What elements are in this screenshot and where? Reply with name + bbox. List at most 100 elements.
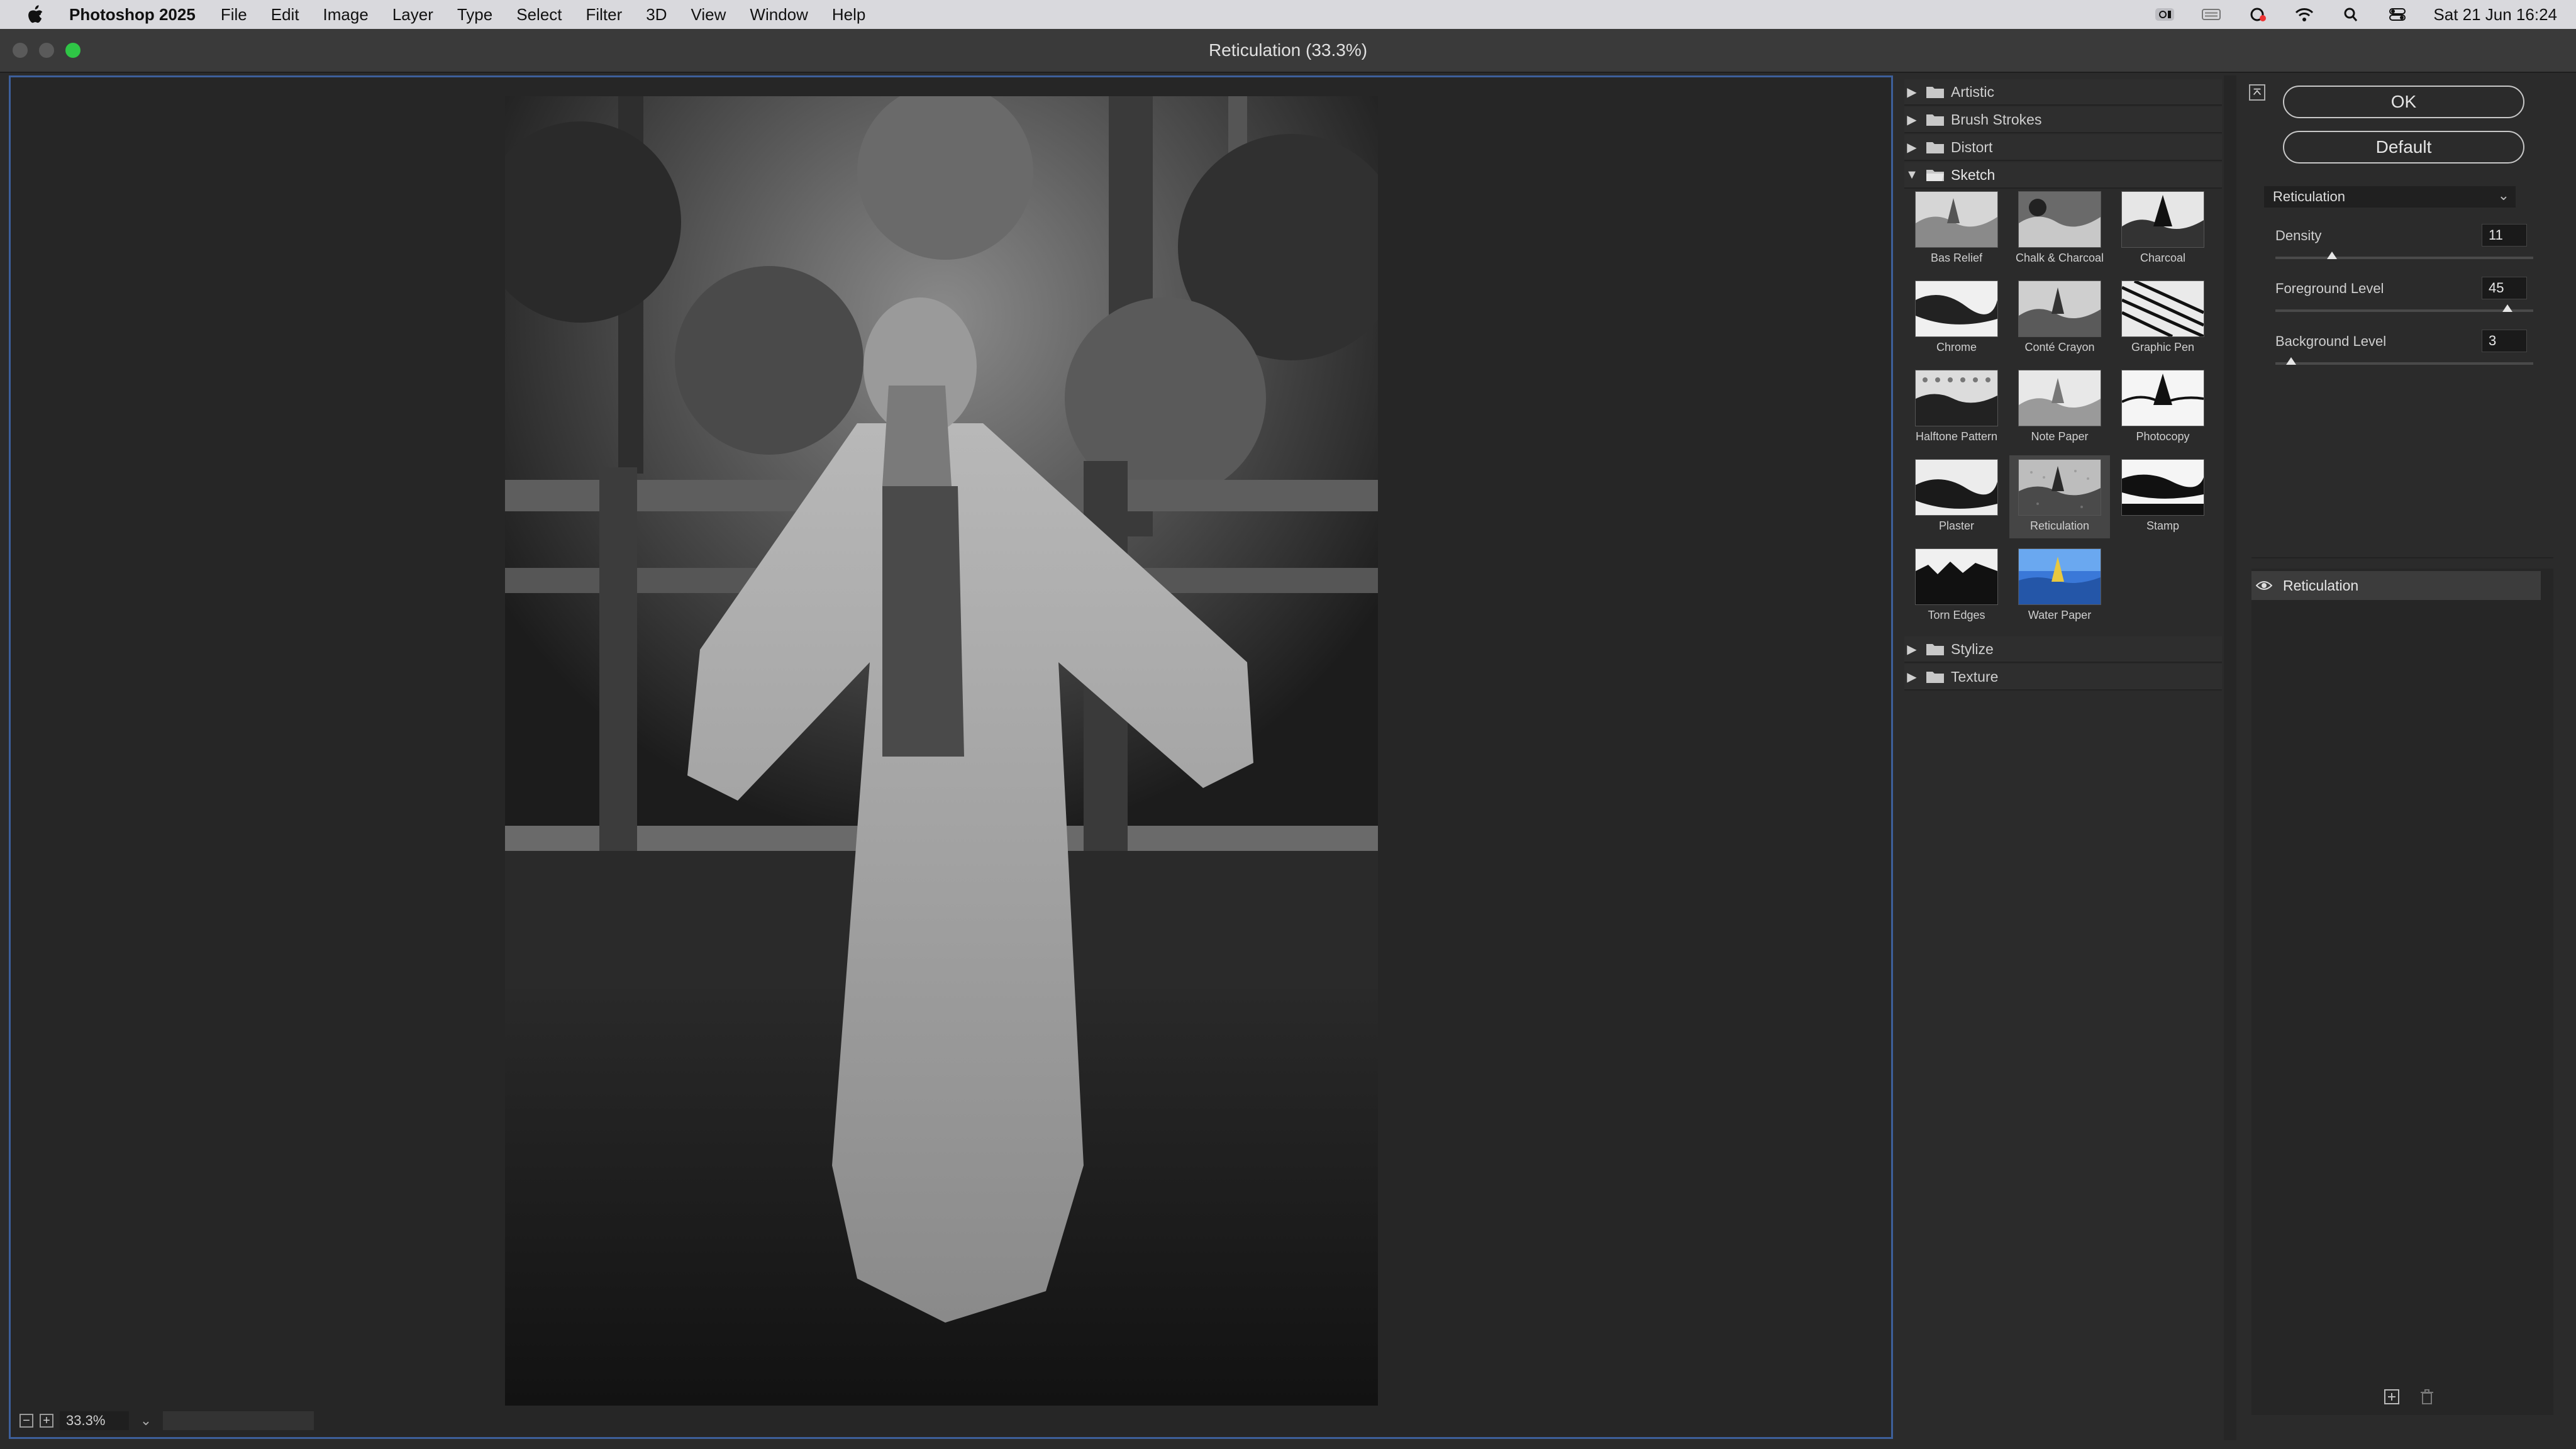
- filter-thumb-charcoal[interactable]: Charcoal: [2112, 187, 2213, 270]
- expand-triangle-icon[interactable]: ▶: [1904, 641, 1919, 657]
- folder-icon: [1926, 642, 1945, 656]
- minimize-window-button[interactable]: [39, 43, 54, 58]
- filter-thumb-photocopy[interactable]: Photocopy: [2112, 366, 2213, 449]
- wifi-icon[interactable]: [2294, 6, 2315, 23]
- filter-preview-thumbnail: [2018, 548, 2101, 605]
- panel-divider: [2224, 75, 2236, 1440]
- filter-preview-area[interactable]: − + 33.3% ⌄: [9, 75, 1893, 1439]
- param-density: Density 11: [2275, 224, 2533, 277]
- filter-preview-thumbnail: [2018, 459, 2101, 516]
- filter-type-select[interactable]: Reticulation ⌄: [2264, 186, 2516, 208]
- window-title: Reticulation (33.3%): [1208, 40, 1368, 60]
- effect-layers-list: Reticulation: [2251, 569, 2553, 1415]
- density-slider-handle[interactable]: [2327, 252, 2338, 259]
- collapse-triangle-icon[interactable]: ▼: [1904, 168, 1919, 182]
- app-menu[interactable]: Photoshop 2025: [69, 5, 196, 25]
- search-icon[interactable]: [2340, 6, 2362, 23]
- density-input[interactable]: 11: [2482, 224, 2527, 247]
- filter-thumb-torn-edges[interactable]: Torn Edges: [1906, 545, 2007, 628]
- expand-triangle-icon[interactable]: ▶: [1904, 669, 1919, 685]
- folder-artistic[interactable]: ▶ Artistic: [1904, 79, 2222, 106]
- param-label: Foreground Level: [2275, 280, 2384, 296]
- open-folder-icon: [1926, 168, 1945, 182]
- filter-preview-thumbnail: [1915, 459, 1998, 516]
- expand-triangle-icon[interactable]: ▶: [1904, 84, 1919, 100]
- expand-triangle-icon[interactable]: ▶: [1904, 140, 1919, 155]
- filter-thumb-conte-crayon[interactable]: Conté Crayon: [2009, 277, 2110, 360]
- keyboard-icon[interactable]: [2201, 6, 2222, 23]
- new-effect-layer-icon[interactable]: [2382, 1387, 2401, 1406]
- preview-image[interactable]: [505, 96, 1378, 1406]
- filter-gallery: ▶ Artistic ▶ Brush Strokes ▶ Distort ▼ S…: [1898, 75, 2222, 1440]
- zoom-bar-filler: [163, 1411, 314, 1430]
- background-level-slider-handle[interactable]: [2285, 357, 2296, 365]
- folder-sketch[interactable]: ▼ Sketch: [1904, 162, 2222, 189]
- eye-icon[interactable]: [2251, 580, 2277, 591]
- foreground-level-input[interactable]: 45: [2482, 277, 2527, 299]
- chevron-down-icon[interactable]: ⌄: [135, 1411, 157, 1430]
- foreground-level-slider-handle[interactable]: [2502, 304, 2512, 312]
- trash-icon[interactable]: [2418, 1387, 2436, 1406]
- filter-thumb-note-paper[interactable]: Note Paper: [2009, 366, 2110, 449]
- divider: [2251, 557, 2553, 558]
- expand-triangle-icon[interactable]: ▶: [1904, 112, 1919, 128]
- filter-preview-thumbnail: [2121, 370, 2204, 426]
- filter-thumb-chrome[interactable]: Chrome: [1906, 277, 2007, 360]
- folder-icon: [1926, 113, 1945, 126]
- background-level-slider[interactable]: [2275, 362, 2533, 365]
- background-level-input[interactable]: 3: [2482, 330, 2527, 352]
- ok-button[interactable]: OK: [2283, 86, 2524, 118]
- control-center-icon[interactable]: [2387, 6, 2408, 23]
- filter-preview-thumbnail: [1915, 280, 1998, 337]
- menu-filter[interactable]: Filter: [586, 5, 623, 25]
- folder-brush-strokes[interactable]: ▶ Brush Strokes: [1904, 107, 2222, 133]
- menu-edit[interactable]: Edit: [271, 5, 299, 25]
- param-background-level: Background Level 3: [2275, 330, 2533, 382]
- filter-thumb-bas-relief[interactable]: Bas Relief: [1906, 187, 2007, 270]
- filter-thumb-stamp[interactable]: Stamp: [2112, 455, 2213, 538]
- filter-preview-thumbnail: [1915, 191, 1998, 248]
- filter-thumb-water-paper[interactable]: Water Paper: [2009, 545, 2110, 628]
- default-button[interactable]: Default: [2283, 131, 2524, 164]
- window-titlebar: Reticulation (33.3%): [0, 29, 2576, 73]
- filter-preview-thumbnail: [2018, 370, 2101, 426]
- menu-window[interactable]: Window: [750, 5, 808, 25]
- effect-layer-row[interactable]: Reticulation: [2251, 571, 2541, 600]
- filter-thumb-plaster[interactable]: Plaster: [1906, 455, 2007, 538]
- sync-icon[interactable]: [2247, 6, 2268, 23]
- filter-preview-thumbnail: [1915, 370, 1998, 426]
- menu-select[interactable]: Select: [516, 5, 562, 25]
- apple-icon[interactable]: [0, 4, 69, 25]
- clock[interactable]: Sat 21 Jun 16:24: [2433, 5, 2557, 25]
- collapse-gallery-button[interactable]: [2249, 84, 2265, 101]
- menu-file[interactable]: File: [221, 5, 247, 25]
- folder-stylize[interactable]: ▶ Stylize: [1904, 636, 2222, 663]
- menu-type[interactable]: Type: [457, 5, 492, 25]
- filter-thumb-chalk-charcoal[interactable]: Chalk & Charcoal: [2009, 187, 2110, 270]
- filter-thumb-halftone-pattern[interactable]: Halftone Pattern: [1906, 366, 2007, 449]
- zoom-window-button[interactable]: [65, 43, 80, 58]
- filter-preview-thumbnail: [2018, 191, 2101, 248]
- filter-thumb-graphic-pen[interactable]: Graphic Pen: [2112, 277, 2213, 360]
- layer-actions: [2382, 1387, 2436, 1406]
- menu-3d[interactable]: 3D: [646, 5, 667, 25]
- zoom-in-button[interactable]: +: [40, 1414, 53, 1428]
- folder-texture[interactable]: ▶ Texture: [1904, 664, 2222, 691]
- menu-layer[interactable]: Layer: [392, 5, 433, 25]
- folder-icon: [1926, 85, 1945, 99]
- filter-preview-thumbnail: [2018, 280, 2101, 337]
- filter-preview-thumbnail: [1915, 548, 1998, 605]
- menu-image[interactable]: Image: [323, 5, 369, 25]
- menu-view[interactable]: View: [691, 5, 726, 25]
- creative-cloud-icon[interactable]: [2154, 6, 2175, 23]
- density-slider[interactable]: [2275, 257, 2533, 259]
- zoom-out-button[interactable]: −: [19, 1414, 33, 1428]
- filter-thumb-reticulation[interactable]: Reticulation: [2009, 455, 2110, 538]
- folder-distort[interactable]: ▶ Distort: [1904, 135, 2222, 161]
- menu-help[interactable]: Help: [832, 5, 865, 25]
- window-controls: [13, 43, 80, 58]
- foreground-level-slider[interactable]: [2275, 309, 2533, 312]
- folder-icon: [1926, 140, 1945, 154]
- zoom-level[interactable]: 33.3%: [60, 1411, 129, 1430]
- close-window-button[interactable]: [13, 43, 28, 58]
